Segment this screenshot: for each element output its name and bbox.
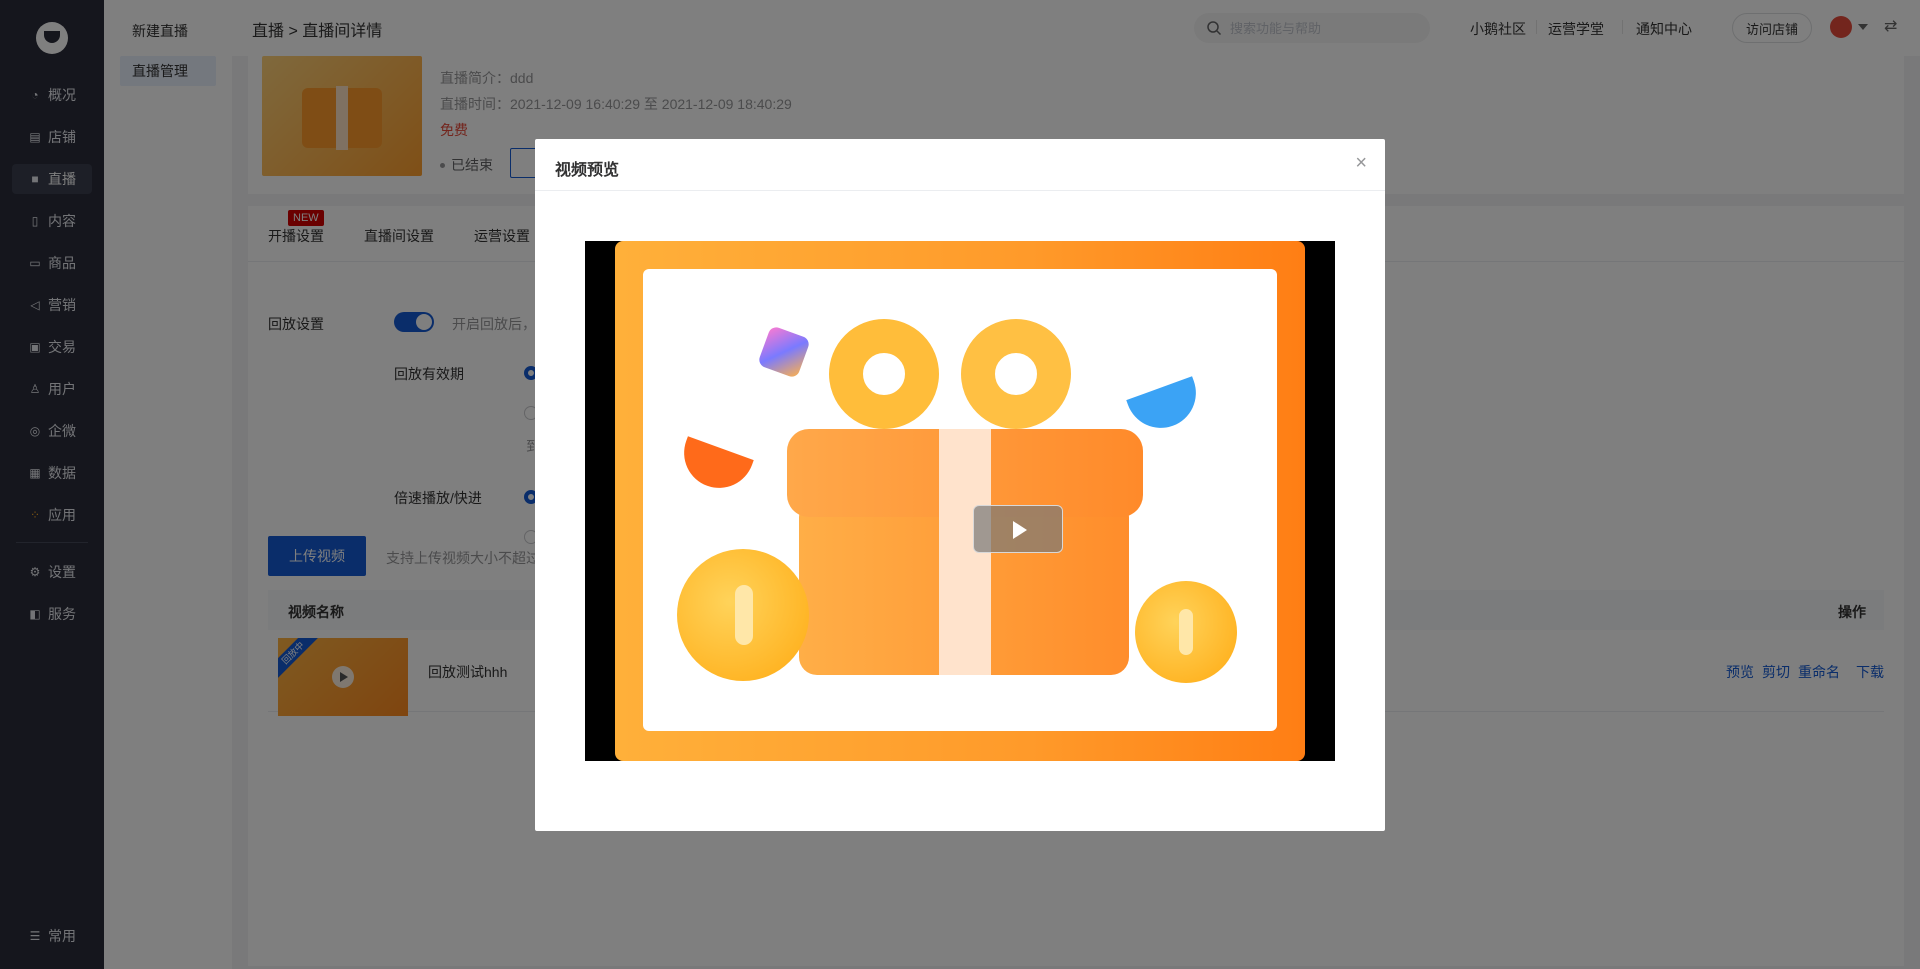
confetti-decoration — [1126, 376, 1206, 438]
video-preview-modal: 视频预览 × — [535, 139, 1385, 831]
bow-right — [961, 319, 1071, 429]
video-player[interactable] — [585, 241, 1335, 761]
bow-left — [829, 319, 939, 429]
confetti-decoration — [674, 436, 754, 498]
coin-slot — [735, 585, 753, 645]
coin-decoration — [677, 549, 809, 681]
modal-title: 视频预览 — [555, 162, 620, 179]
close-icon[interactable]: × — [1355, 153, 1367, 173]
coin-decoration — [1135, 581, 1237, 683]
gem-decoration — [757, 325, 811, 379]
video-frame — [615, 241, 1305, 761]
play-button[interactable] — [973, 505, 1063, 553]
coin-slot — [1179, 609, 1193, 655]
modal-header: 视频预览 × — [535, 139, 1385, 191]
video-content — [643, 269, 1277, 731]
